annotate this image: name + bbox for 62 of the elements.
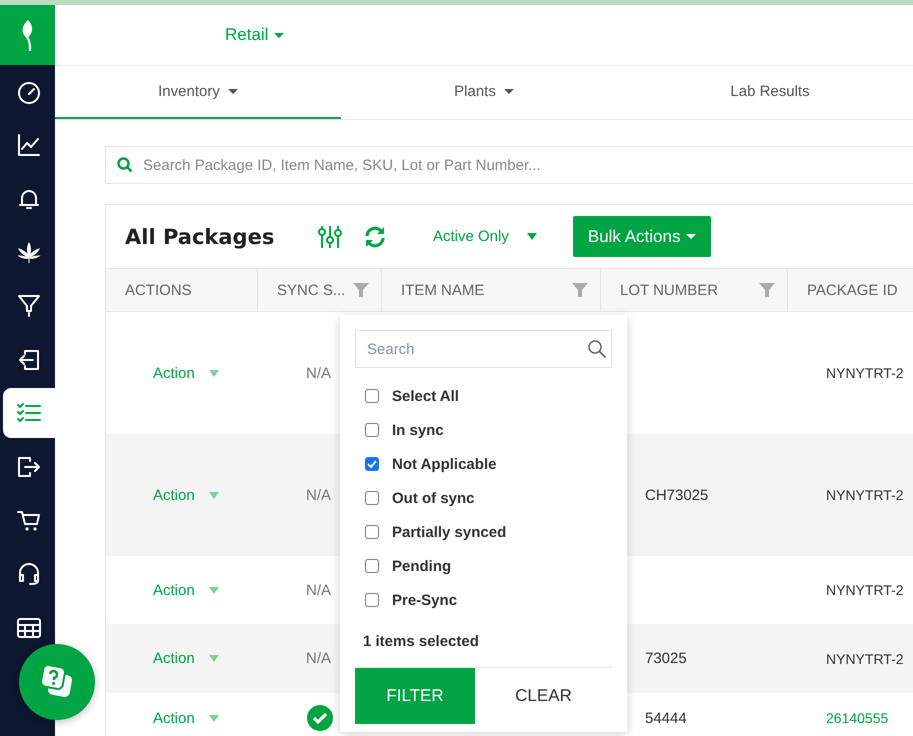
checkbox[interactable] (365, 457, 379, 471)
lot-number: CH73025 (645, 486, 708, 504)
bulk-actions-button[interactable]: Bulk Actions (572, 216, 712, 257)
column-header[interactable]: ITEM NAME (382, 269, 601, 311)
sync-status: N/A (306, 650, 332, 667)
option-label: Pending (392, 558, 452, 574)
column-header[interactable]: ACTIONS (106, 269, 258, 311)
column-header[interactable]: LOT NUMBER (601, 269, 788, 311)
column-label: SYNC S... (277, 282, 346, 298)
lot-number: 73025 (645, 650, 687, 667)
status-dropdown[interactable]: Active Only (427, 227, 543, 246)
search-icon (587, 339, 607, 359)
checkbox[interactable] (365, 491, 379, 505)
search-icon (117, 157, 133, 173)
sync-status: N/A (306, 364, 332, 382)
logo[interactable] (0, 5, 55, 65)
option-label: Partially synced (392, 524, 506, 540)
lot-number: 54444 (645, 710, 687, 726)
action-dropdown[interactable]: Action (106, 580, 258, 600)
column-label: ITEM NAME (401, 282, 484, 298)
checkbox[interactable] (365, 525, 379, 539)
location-dropdown[interactable]: Retail (219, 24, 290, 46)
funnel-icon (16, 293, 42, 320)
checkbox[interactable] (365, 423, 379, 437)
option-label: Pre-Sync (392, 592, 458, 608)
nav-tab[interactable]: Lab Results (627, 66, 913, 119)
column-header[interactable]: PACKAGE ID (788, 269, 913, 311)
column-header[interactable]: SYNC S... (258, 269, 382, 311)
package-id: NYNYTRT-2 (826, 487, 904, 503)
line-chart-icon (16, 132, 42, 158)
refresh-icon[interactable] (363, 224, 387, 248)
option-label: Out of sync (392, 490, 475, 506)
selection-count: 1 items selected (362, 633, 480, 650)
action-dropdown[interactable]: Action (106, 649, 258, 668)
cannabis-leaf-icon (16, 240, 42, 266)
popup-search-field[interactable]: Search (355, 330, 612, 368)
sync-status: N/A (306, 486, 332, 504)
column-label: PACKAGE ID (807, 282, 898, 298)
package-id: NYNYTRT-2 (826, 650, 904, 666)
package-id: NYNYTRT-2 (826, 582, 904, 598)
search-field[interactable]: Search Package ID, Item Name, SKU, Lot or Part Number... (105, 146, 913, 184)
action-dropdown[interactable]: Action (106, 708, 258, 728)
column-label: LOT NUMBER (620, 282, 718, 298)
checkbox[interactable] (365, 559, 379, 573)
checkbox[interactable] (365, 593, 379, 607)
option-label: Not Applicable (392, 456, 496, 472)
headset-icon (16, 561, 42, 588)
package-id-link[interactable]: 26140555 (826, 710, 888, 726)
nav-tab[interactable]: Inventory (55, 66, 341, 119)
action-dropdown[interactable]: Action (106, 486, 258, 504)
filter-button[interactable]: FILTER (355, 668, 475, 724)
nav-tab[interactable]: Plants (341, 66, 627, 119)
package-id: NYNYTRT-2 (826, 365, 904, 381)
option-label: Select All (392, 388, 459, 404)
sliders-icon[interactable] (317, 224, 343, 250)
option-label: In sync (392, 422, 444, 438)
sync-status: N/A (306, 582, 332, 598)
card-title: All Packages (125, 224, 276, 248)
checkbox[interactable] (365, 389, 379, 403)
action-dropdown[interactable]: Action (106, 364, 258, 382)
column-label: ACTIONS (125, 282, 192, 298)
check-circle-icon (307, 705, 333, 731)
